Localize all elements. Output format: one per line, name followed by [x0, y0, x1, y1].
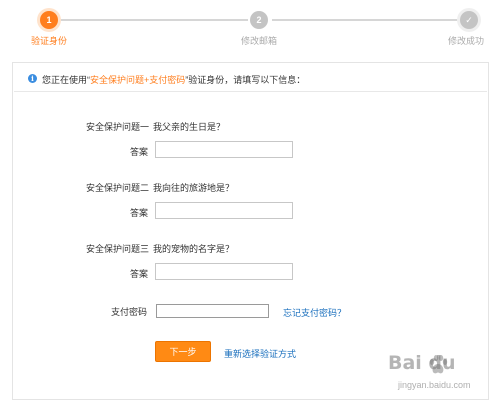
step-connector: [58, 19, 248, 21]
question-1-text: 我父亲的生日是？: [153, 122, 226, 132]
step-2-label: 修改邮箱: [241, 36, 278, 46]
question-1-label: 安全保护问题一: [86, 122, 150, 132]
question-3-text: 我的宠物的名字是？: [153, 244, 235, 254]
verification-method: 安全保护问题+支付密码: [90, 75, 186, 85]
step-1-indicator: 1: [40, 11, 58, 29]
answer-3-input[interactable]: [155, 263, 293, 280]
info-icon: i: [28, 74, 37, 83]
payment-password-input[interactable]: [156, 304, 269, 318]
watermark-url: jingyan.baidu.com: [398, 380, 471, 390]
step-2-indicator: 2: [250, 11, 268, 29]
answer-2-label: 答案: [130, 208, 149, 218]
answer-1-input[interactable]: [155, 141, 293, 158]
step-1-label: 验证身份: [31, 36, 68, 46]
answer-2-input[interactable]: [155, 202, 293, 219]
info-text: 您正在使用“安全保护问题+支付密码”验证身份，请填写以下信息：: [42, 73, 305, 86]
baidu-watermark: Bai du jingyan.baidu.com: [388, 352, 496, 400]
answer-3-label: 答案: [130, 269, 149, 279]
answer-1-label: 答案: [130, 147, 149, 157]
paw-icon: [429, 355, 448, 374]
info-prefix: 您正在使用“: [42, 75, 90, 85]
step-3-label: 修改成功: [448, 36, 485, 46]
info-notice: i 您正在使用“安全保护问题+支付密码”验证身份，请填写以下信息：: [14, 64, 487, 92]
question-2-text: 我向往的旅游地是？: [153, 183, 235, 193]
progress-steps: 1 2 ✓ 验证身份 修改邮箱 修改成功: [0, 0, 500, 62]
forgot-payment-password-link[interactable]: 忘记支付密码？: [283, 306, 346, 319]
info-suffix: ”验证身份，请填写以下信息：: [185, 75, 306, 85]
question-3-label: 安全保护问题三: [86, 244, 150, 254]
reselect-verification-link[interactable]: 重新选择验证方式: [224, 347, 296, 360]
question-2-label: 安全保护问题二: [86, 183, 150, 193]
step-connector: [272, 19, 458, 21]
step-3-check-icon: ✓: [460, 11, 478, 29]
payment-password-label: 支付密码: [111, 307, 148, 317]
next-step-button[interactable]: 下一步: [155, 341, 211, 362]
verification-form-panel: i 您正在使用“安全保护问题+支付密码”验证身份，请填写以下信息： 安全保护问题…: [12, 62, 489, 400]
